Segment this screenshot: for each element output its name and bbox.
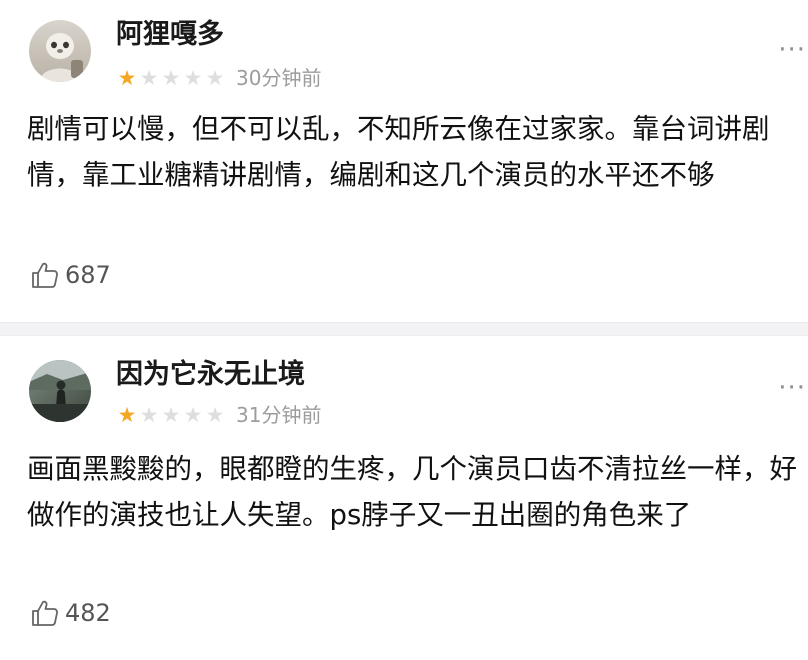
thumbs-up-icon xyxy=(32,262,58,288)
star-rating: ★ ★ ★ ★ ★ xyxy=(116,403,226,427)
like-count: 482 xyxy=(65,599,111,627)
star-empty-icon: ★ xyxy=(205,403,225,427)
review-list: 阿狸嘎多 ★ ★ ★ ★ ★ 30分钟前 ··· 剧情可以慢，但不可以乱，不知所… xyxy=(0,0,808,660)
review-content: 剧情可以慢，但不可以乱，不知所云像在过家家。靠台词讲剧情，靠工业糖精讲剧情，编剧… xyxy=(27,113,770,191)
star-filled-icon: ★ xyxy=(117,403,137,427)
like-button[interactable]: 482 xyxy=(30,596,111,630)
divider xyxy=(0,322,808,336)
star-empty-icon: ★ xyxy=(161,403,181,427)
username[interactable]: 因为它永无止境 xyxy=(116,358,305,392)
review-content: 画面黑黢黢的，眼都瞪的生疼，几个演员口齿不清拉丝一样，好做作的演技也让人失望。p… xyxy=(27,453,797,531)
star-empty-icon: ★ xyxy=(161,66,181,90)
review-time: 30分钟前 xyxy=(236,66,322,90)
like-count: 687 xyxy=(65,261,111,289)
review-card: 因为它永无止境 ★ ★ ★ ★ ★ 31分钟前 ··· 画面黑黢黢的，眼都瞪的生… xyxy=(0,336,808,660)
star-filled-icon: ★ xyxy=(117,66,137,90)
star-rating: ★ ★ ★ ★ ★ xyxy=(116,66,226,90)
user-avatar[interactable] xyxy=(29,20,91,82)
star-empty-icon: ★ xyxy=(205,66,225,90)
rating-row: ★ ★ ★ ★ ★ 31分钟前 xyxy=(116,403,322,427)
user-avatar[interactable] xyxy=(29,360,91,422)
star-empty-icon: ★ xyxy=(139,403,159,427)
more-options-button[interactable]: ··· xyxy=(778,37,806,63)
like-button[interactable]: 687 xyxy=(30,258,111,292)
star-empty-icon: ★ xyxy=(183,403,203,427)
review-time: 31分钟前 xyxy=(236,403,322,427)
username[interactable]: 阿狸嘎多 xyxy=(116,18,224,52)
review-card: 阿狸嘎多 ★ ★ ★ ★ ★ 30分钟前 ··· 剧情可以慢，但不可以乱，不知所… xyxy=(0,0,808,322)
star-empty-icon: ★ xyxy=(139,66,159,90)
star-empty-icon: ★ xyxy=(183,66,203,90)
more-options-button[interactable]: ··· xyxy=(778,375,806,401)
rating-row: ★ ★ ★ ★ ★ 30分钟前 xyxy=(116,66,322,90)
thumbs-up-icon xyxy=(32,600,58,626)
user-avatar-icon xyxy=(29,360,91,422)
user-avatar-icon xyxy=(29,20,91,82)
